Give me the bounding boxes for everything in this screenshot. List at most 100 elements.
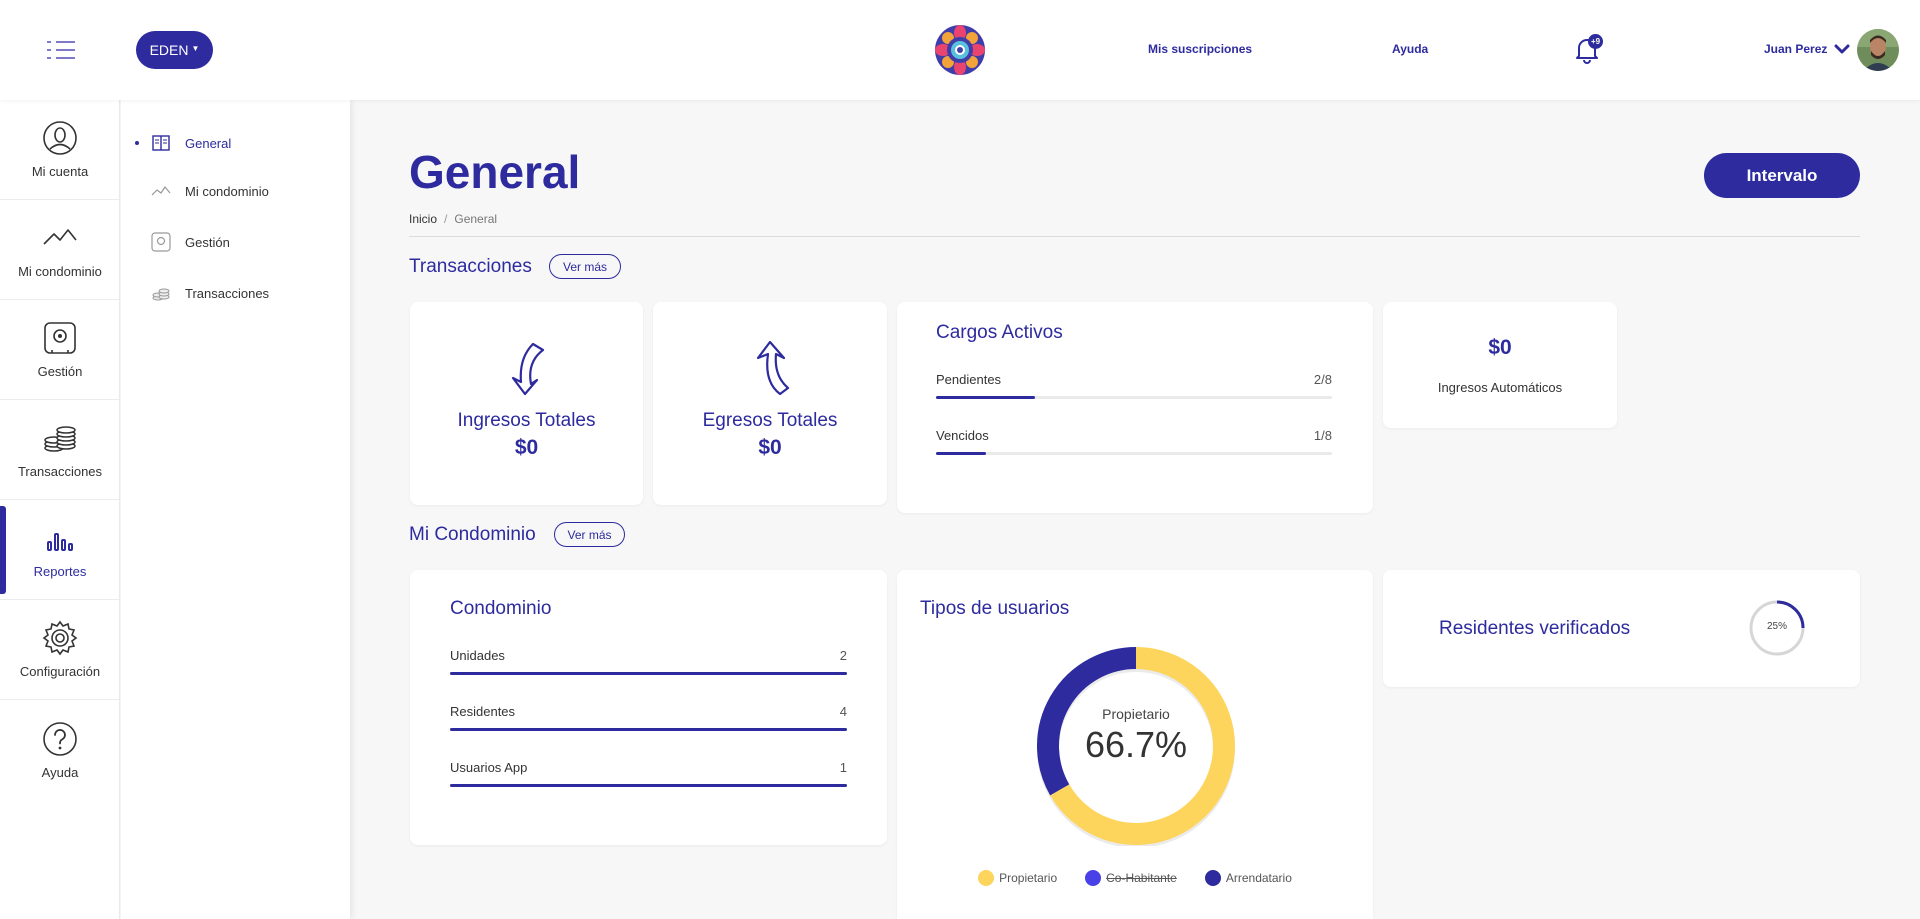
verified-percent-label: 25% — [1766, 621, 1787, 632]
progress-label: Residentes — [450, 704, 516, 719]
bar-chart-icon — [47, 533, 73, 551]
transactions-ver-mas-button[interactable]: Ver más — [549, 254, 621, 279]
roof-icon — [151, 186, 171, 196]
icon-rail: Mi cuenta Mi condominio Gestión Transacc… — [0, 100, 120, 919]
subnav-item-mi-condominio[interactable]: Mi condominio — [151, 180, 269, 202]
progress-value: 1 — [839, 760, 847, 775]
breadcrumb: Inicio / General — [409, 212, 497, 226]
coins-icon — [152, 288, 170, 301]
legend-item[interactable]: Co-Habitante — [1085, 870, 1177, 886]
breadcrumb-home[interactable]: Inicio — [409, 212, 437, 226]
project-selector-button[interactable]: EDEN ▼ — [136, 31, 213, 69]
chevron-down-icon[interactable] — [1834, 43, 1850, 55]
automatic-income-label: Ingresos Automáticos — [1437, 380, 1563, 395]
help-link[interactable]: Ayuda — [1392, 42, 1428, 56]
safe-icon — [44, 322, 76, 354]
subnav-item-label: Gestión — [185, 234, 230, 250]
condominium-ver-mas-button[interactable]: Ver más — [554, 522, 625, 547]
progress-track — [450, 784, 847, 787]
progress-value: 4 — [839, 704, 847, 719]
rail-item-label: Reportes — [33, 564, 87, 579]
user-circle-icon — [43, 121, 77, 155]
expenses-total-label: Egresos Totales — [702, 410, 838, 431]
progress-value: 2 — [839, 648, 847, 663]
progress-track — [450, 728, 847, 731]
legend-swatch — [978, 870, 995, 886]
legend-label: Arrendatario — [1225, 871, 1292, 885]
progress-fill — [936, 396, 1035, 399]
verified-residents-title: Residentes verificados — [1439, 618, 1631, 639]
breadcrumb-current: General — [454, 212, 498, 226]
condominium-summary-title: Condominio — [450, 598, 552, 619]
progress-track — [450, 672, 847, 675]
user-types-title: Tipos de usuarios — [920, 598, 1070, 619]
rail-item-mi-cuenta[interactable]: Mi cuenta — [0, 100, 120, 200]
legend-swatch — [1204, 870, 1221, 886]
app-logo[interactable] — [933, 23, 987, 77]
arrow-down-left-icon — [511, 342, 544, 396]
interval-button[interactable]: Intervalo — [1704, 153, 1860, 198]
user-name[interactable]: Juan Perez — [1764, 42, 1827, 56]
breadcrumb-separator: / — [444, 212, 448, 226]
subnav-item-transacciones[interactable]: Transacciones — [151, 282, 269, 304]
page-title: General — [409, 146, 581, 198]
rail-item-label: Gestión — [37, 364, 83, 379]
legend-label: Propietario — [999, 871, 1058, 885]
coins-icon — [44, 426, 76, 452]
rail-item-label: Ayuda — [41, 764, 79, 780]
legend-label: Co-Habitante — [1106, 871, 1177, 885]
user-types-donut: Propietario 66.7% — [1036, 646, 1236, 848]
rail-item-label: Mi condominio — [18, 264, 102, 279]
book-icon — [152, 135, 170, 151]
progress-label: Unidades — [450, 648, 505, 663]
sub-navigation: General Mi condominio Gestión Transaccio… — [121, 100, 350, 919]
progress-fill — [450, 728, 847, 731]
chart-legend: Propietario Co-Habitante Arrendatario — [897, 870, 1373, 886]
legend-item[interactable]: Arrendatario — [1204, 870, 1292, 886]
rail-item-label: Mi cuenta — [31, 164, 89, 179]
progress-value: 1/8 — [1313, 428, 1332, 443]
rail-item-label: Transacciones — [17, 464, 103, 479]
active-charges-title: Cargos Activos — [936, 322, 1063, 343]
subnav-item-label: Transacciones — [185, 285, 270, 301]
donut-center-value: 66.7% — [1084, 724, 1188, 765]
legend-item[interactable]: Propietario — [978, 870, 1057, 886]
income-total-label: Ingresos Totales — [457, 410, 596, 431]
expenses-total-value: $0 — [758, 436, 782, 459]
menu-toggle-icon[interactable] — [44, 38, 78, 62]
rail-item-label: Configuración — [19, 664, 101, 679]
condominium-summary-card: Condominio Unidades 2 Residentes 4 Usuar… — [410, 570, 887, 845]
condominium-section-title: Mi Condominio — [409, 524, 536, 545]
rail-item-ayuda[interactable]: Ayuda — [0, 700, 120, 800]
subnav-item-general[interactable]: General — [135, 132, 231, 154]
subnav-item-gestion[interactable]: Gestión — [151, 231, 230, 253]
subscriptions-link[interactable]: Mis suscripciones — [1148, 42, 1252, 56]
caret-down-icon: ▼ — [191, 43, 200, 53]
income-total-value: $0 — [514, 436, 539, 459]
progress-label: Pendientes — [936, 372, 1002, 387]
header-divider — [409, 236, 1860, 237]
rail-item-gestion[interactable]: Gestión — [0, 300, 120, 400]
verified-residents-card: Residentes verificados 25% — [1383, 570, 1860, 687]
active-dot — [135, 141, 139, 145]
question-icon — [43, 721, 77, 756]
transactions-section-title: Transacciones — [409, 256, 532, 277]
notifications-button[interactable]: +9 — [1574, 34, 1603, 64]
expenses-total-card: Egresos Totales $0 — [653, 302, 887, 505]
rail-item-configuracion[interactable]: Configuración — [0, 600, 120, 700]
automatic-income-card: $0 Ingresos Automáticos — [1383, 302, 1617, 428]
income-total-card: Ingresos Totales $0 — [410, 302, 643, 505]
rail-item-transacciones[interactable]: Transacciones — [0, 400, 120, 500]
user-types-card: Tipos de usuarios Propietario 66.7% Prop… — [897, 570, 1373, 919]
avatar[interactable] — [1857, 29, 1899, 71]
subnav-item-label: General — [185, 135, 232, 151]
top-bar: EDEN ▼ Mis suscripciones Ayuda +9 Juan P… — [0, 0, 1920, 100]
progress-value: 2/8 — [1313, 372, 1332, 387]
subnav-item-label: Mi condominio — [185, 183, 269, 199]
progress-label: Vencidos — [936, 428, 989, 443]
safe-icon — [151, 232, 171, 252]
rail-item-mi-condominio[interactable]: Mi condominio — [0, 200, 120, 300]
automatic-income-value: $0 — [1488, 336, 1512, 359]
donut-center-label: Propietario — [1102, 706, 1170, 722]
rail-item-reportes[interactable]: Reportes — [0, 500, 120, 600]
